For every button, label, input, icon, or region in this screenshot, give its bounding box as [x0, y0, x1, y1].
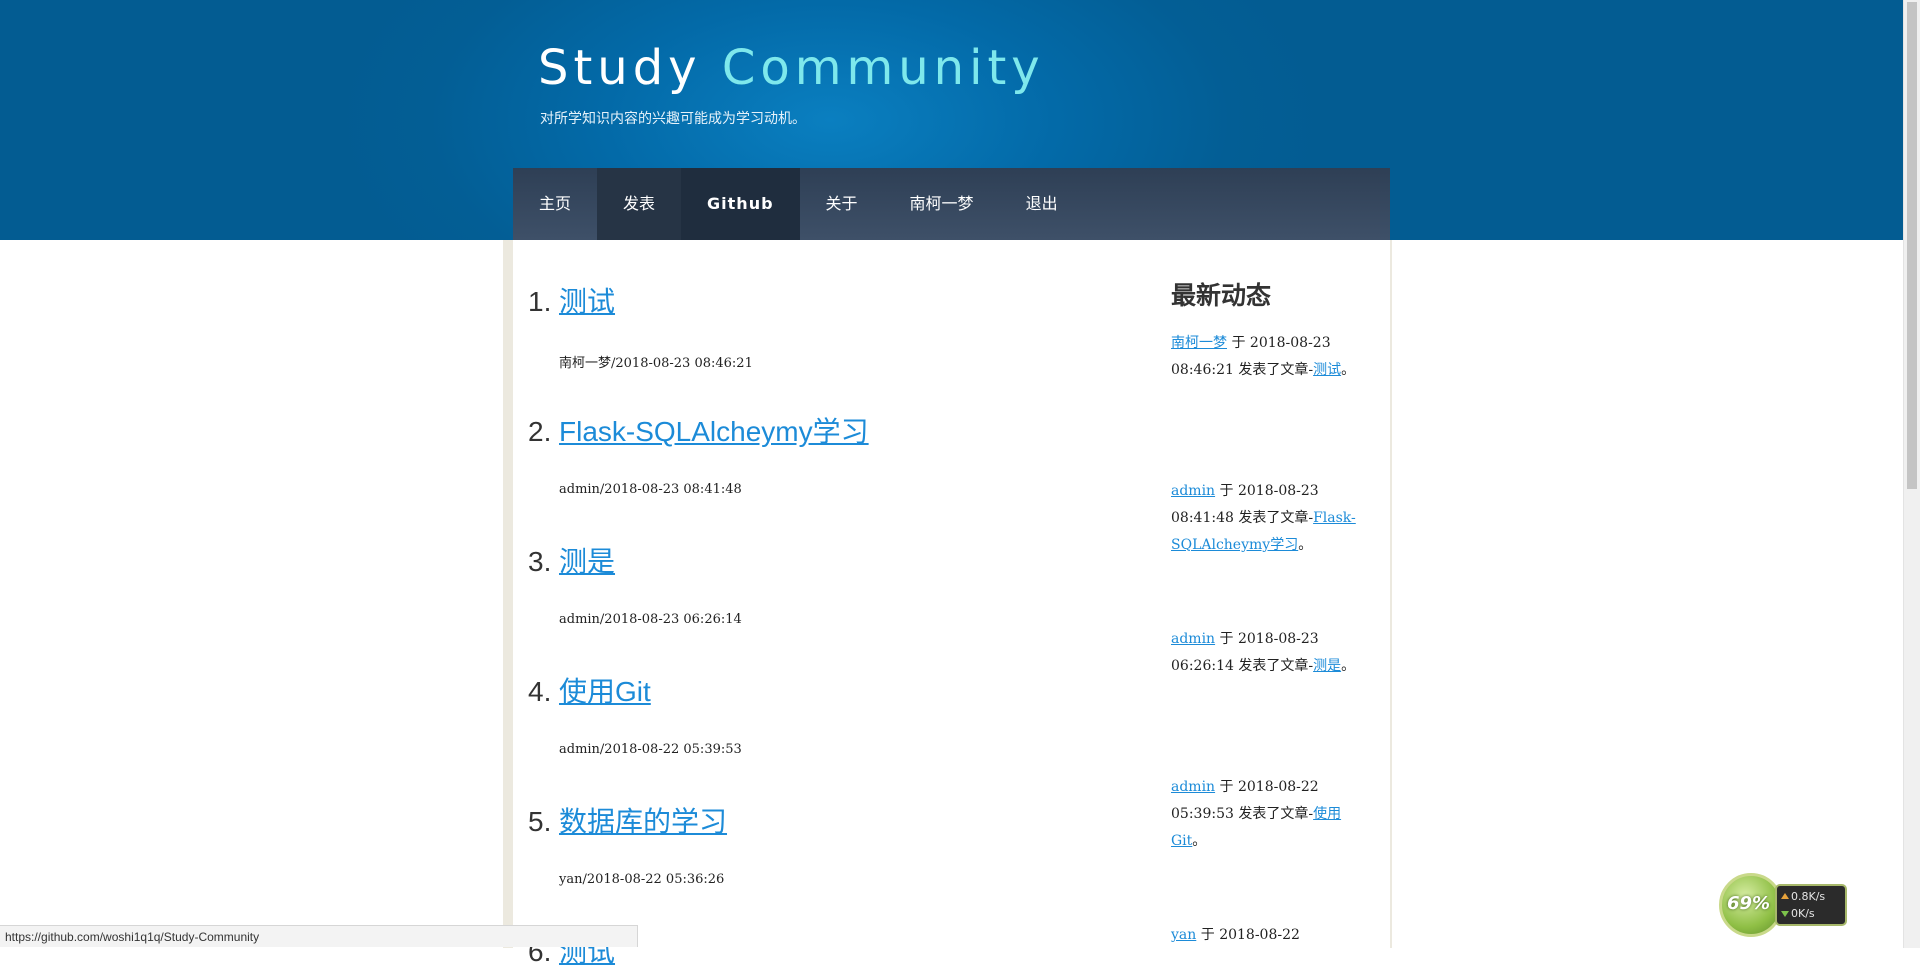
site-title-accent: Community: [721, 40, 1045, 96]
post-title-link[interactable]: Flask-SQLAlcheymy学习: [559, 410, 869, 450]
activity-article-link[interactable]: 测是: [1313, 658, 1341, 674]
activity-user-link[interactable]: admin: [1171, 779, 1215, 795]
network-monitor-widget[interactable]: 69% 0.8K/s 0K/s: [1717, 873, 1853, 943]
post-item: 3. 测是 admin/2018-08-23 06:26:14: [528, 540, 1088, 627]
site-tagline: 对所学知识内容的兴趣可能成为学习动机。: [540, 111, 806, 127]
post-meta: admin/2018-08-23 06:26:14: [559, 612, 742, 627]
upload-speed: 0.8K/s: [1791, 890, 1826, 903]
activity-action: 发表了文章-: [1238, 658, 1314, 674]
activity-item: admin 于 2018-08-22 05:39:53 发表了文章-使用Git。: [1171, 774, 1371, 855]
nav-about[interactable]: 关于: [800, 168, 884, 240]
post-number: 2.: [528, 416, 552, 447]
activity-time: 2018-08-22: [1219, 927, 1300, 943]
activity-action: 发表了文章-: [1238, 362, 1314, 378]
main-nav: 主页 发表 Github 关于 南柯一梦 退出: [513, 168, 1390, 240]
download-speed: 0K/s: [1791, 907, 1815, 920]
activity-connector: 于: [1219, 631, 1234, 647]
activity-connector: 于: [1219, 779, 1234, 795]
post-item: 4. 使用Git admin/2018-08-22 05:39:53: [528, 670, 1088, 757]
nav-user[interactable]: 南柯一梦: [884, 168, 1000, 240]
activity-end: 。: [1192, 833, 1207, 849]
site-title[interactable]: Study Community: [538, 40, 1045, 96]
post-meta: yan/2018-08-22 05:36:26: [559, 872, 725, 887]
post-item: 1. 测试 南柯一梦/2018-08-23 08:46:21: [528, 280, 1088, 371]
post-item: 2. Flask-SQLAlcheymy学习 admin/2018-08-23 0…: [528, 410, 1088, 497]
post-number: 5.: [528, 806, 552, 837]
activity-article-link[interactable]: 测试: [1313, 362, 1341, 378]
activity-user-link[interactable]: admin: [1171, 483, 1215, 499]
activity-action: 发表了文章-: [1238, 510, 1314, 526]
activity-end: 。: [1341, 362, 1356, 378]
post-meta: 南柯一梦/2018-08-23 08:46:21: [559, 356, 753, 371]
activity-item: 南柯一梦 于 2018-08-23 08:46:21 发表了文章-测试。: [1171, 330, 1371, 384]
page-scrollbar[interactable]: [1903, 0, 1920, 948]
nav-home[interactable]: 主页: [513, 168, 597, 240]
activity-action: 发表了文章-: [1238, 806, 1314, 822]
post-title-link[interactable]: 数据库的学习: [559, 800, 727, 840]
latest-activity-sidebar: 最新动态 南柯一梦 于 2018-08-23 08:46:21 发表了文章-测试…: [1171, 276, 1371, 943]
nav-logout[interactable]: 退出: [1000, 168, 1084, 240]
upload-arrow-icon: [1781, 893, 1789, 899]
activity-user-link[interactable]: admin: [1171, 631, 1215, 647]
activity-user-link[interactable]: 南柯一梦: [1171, 335, 1227, 351]
sidebar-title: 最新动态: [1171, 282, 1272, 310]
activity-connector: 于: [1219, 483, 1234, 499]
activity-item: admin 于 2018-08-23 06:26:14 发表了文章-测是。: [1171, 626, 1371, 680]
post-meta: admin/2018-08-22 05:39:53: [559, 742, 742, 757]
post-title-link[interactable]: 测试: [559, 280, 615, 320]
activity-end: 。: [1341, 658, 1356, 674]
post-number: 1.: [528, 286, 552, 317]
post-item: 5. 数据库的学习 yan/2018-08-22 05:36:26: [528, 800, 1088, 887]
speed-panel: 0.8K/s 0K/s: [1775, 884, 1847, 926]
post-number: 3.: [528, 546, 552, 577]
post-meta: admin/2018-08-23 08:41:48: [559, 482, 742, 497]
scrollbar-thumb[interactable]: [1907, 2, 1917, 489]
post-title-link[interactable]: 测是: [559, 540, 615, 580]
post-number: 4.: [528, 676, 552, 707]
browser-status-bar: https://github.com/woshi1q1q/Study-Commu…: [0, 925, 638, 947]
activity-connector: 于: [1231, 335, 1246, 351]
activity-user-link[interactable]: yan: [1171, 927, 1196, 943]
activity-item: admin 于 2018-08-23 08:41:48 发表了文章-Flask-…: [1171, 478, 1371, 559]
nav-post[interactable]: 发表: [597, 168, 682, 240]
site-title-main: Study: [538, 40, 702, 96]
activity-end: 。: [1298, 537, 1313, 553]
activity-item: yan 于 2018-08-22: [1171, 922, 1371, 949]
post-title-link[interactable]: 使用Git: [559, 670, 651, 710]
nav-github[interactable]: Github: [681, 168, 800, 240]
download-arrow-icon: [1781, 911, 1789, 917]
usage-percent: 69%: [1727, 893, 1771, 914]
activity-connector: 于: [1200, 927, 1215, 943]
